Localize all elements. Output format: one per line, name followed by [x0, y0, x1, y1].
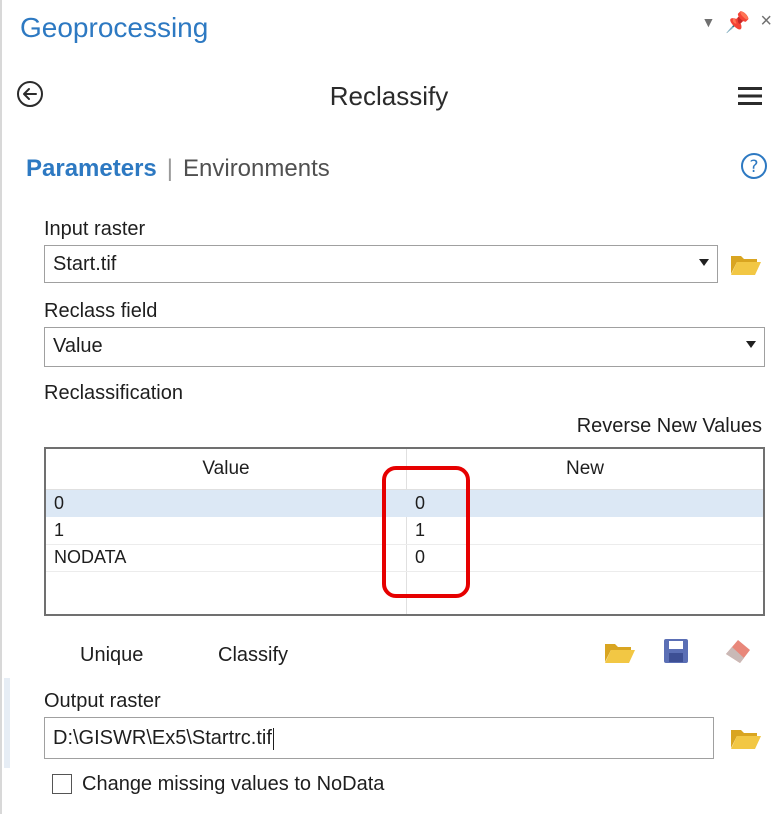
load-remap-folder-icon[interactable] — [604, 640, 636, 664]
reclassification-label: Reclassification — [44, 382, 183, 404]
column-header-value[interactable]: Value — [46, 449, 406, 490]
tool-tabs: Parameters | Environments — [26, 152, 330, 186]
save-icon[interactable] — [663, 638, 689, 664]
output-raster-input[interactable]: D:\GISWR\Ex5\Startrc.tif — [44, 717, 714, 759]
chevron-down-icon — [746, 341, 756, 348]
folder-open-icon[interactable] — [730, 726, 762, 750]
reclass-field-dropdown[interactable]: Value — [44, 327, 765, 367]
tab-separator: | — [166, 155, 173, 182]
change-missing-label: Change missing values to NoData — [82, 773, 385, 795]
cell-value: 0 — [54, 493, 65, 513]
panel-left-border — [0, 0, 2, 814]
cell-value: 1 — [54, 520, 65, 540]
cell-value: NODATA — [54, 547, 127, 567]
input-raster-label: Input raster — [44, 218, 146, 240]
reclass-field-value: Value — [53, 335, 103, 357]
tab-environments[interactable]: Environments — [183, 152, 330, 186]
reverse-new-values-button[interactable]: Reverse New Values — [577, 413, 762, 439]
output-raster-value: D:\GISWR\Ex5\Startrc.tif — [53, 727, 272, 749]
svg-text:?: ? — [749, 157, 758, 177]
change-missing-checkbox[interactable] — [52, 774, 72, 794]
pane-title: Geoprocessing — [20, 12, 209, 43]
folder-open-icon[interactable] — [730, 252, 762, 276]
unique-button[interactable]: Unique — [80, 642, 143, 668]
eraser-icon[interactable] — [722, 636, 754, 666]
input-raster-value: Start.tif — [53, 253, 117, 275]
tool-title: Reclassify — [329, 81, 449, 111]
hamburger-menu-icon[interactable] — [736, 82, 764, 110]
output-raster-focus-strip — [4, 678, 10, 768]
output-raster-label: Output raster — [44, 690, 161, 712]
text-cursor — [272, 727, 274, 750]
tab-parameters[interactable]: Parameters — [26, 152, 157, 186]
chevron-down-icon — [699, 259, 709, 266]
dropdown-options-icon[interactable]: ▼ — [702, 10, 716, 34]
close-icon[interactable]: × — [760, 10, 772, 34]
pin-icon[interactable]: 📌 — [725, 10, 750, 34]
window-controls: ▼ 📌 × — [702, 10, 772, 34]
highlight-annotation-box — [382, 466, 470, 598]
classify-button[interactable]: Classify — [218, 642, 288, 668]
input-raster-dropdown[interactable]: Start.tif — [44, 245, 718, 283]
reclass-field-label: Reclass field — [44, 300, 158, 322]
help-icon[interactable]: ? — [740, 152, 768, 180]
